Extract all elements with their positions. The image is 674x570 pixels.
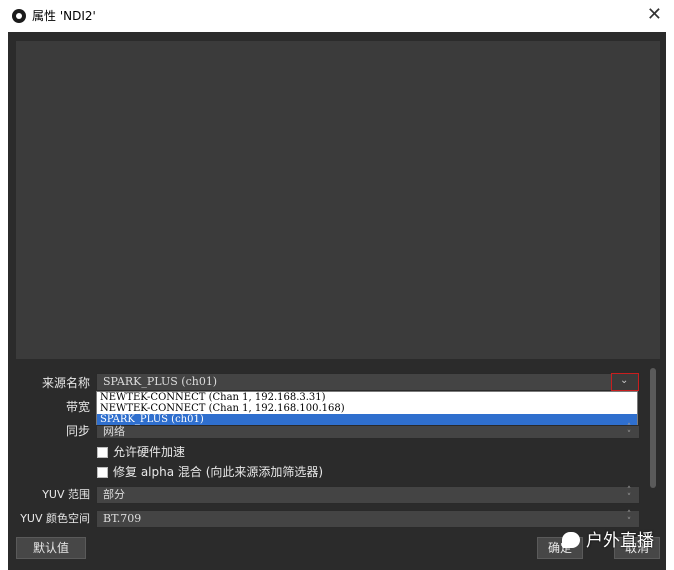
wechat-watermark: 户外直播 (562, 528, 654, 554)
watermark-text: 户外直播 (586, 531, 654, 551)
dropdown-option[interactable]: NEWTEK-CONNECT (Chan 1, 192.168.3.31) (97, 392, 637, 403)
alpha-fix-checkbox[interactable] (97, 467, 108, 478)
bandwidth-label: 带宽 (65, 400, 90, 414)
source-name-select[interactable]: SPARK_PLUS (ch01) (96, 373, 640, 391)
source-dropdown-list[interactable]: NEWTEK-CONNECT (Chan 1, 192.168.3.31) NE… (96, 391, 638, 425)
yuv-range-label: YUV 范围 (42, 488, 90, 501)
defaults-button[interactable]: 默认值 (16, 537, 86, 559)
sync-spinner-icon[interactable]: ˄ ˅ (622, 424, 636, 440)
yuv-range-spinner-icon[interactable]: ˄ ˅ (622, 487, 636, 503)
hw-accel-label: 允许硬件加速 (113, 445, 186, 459)
wechat-icon (562, 532, 580, 548)
dropdown-option[interactable]: NEWTEK-CONNECT (Chan 1, 192.168.100.168) (97, 403, 637, 414)
sync-label: 同步 (65, 424, 90, 438)
obs-app-icon (12, 9, 26, 23)
properties-scrollbar-thumb[interactable] (650, 368, 656, 488)
source-preview (16, 41, 660, 359)
source-dropdown-button[interactable]: ⌄ (611, 373, 639, 391)
source-name-label: 来源名称 (41, 376, 90, 390)
yuv-colorspace-spinner-icon[interactable]: ˄ ˅ (622, 511, 636, 527)
alpha-fix-label: 修复 alpha 混合 (向此来源添加筛选器) (113, 465, 324, 479)
yuv-colorspace-select[interactable]: BT.709 (96, 510, 640, 528)
hw-accel-checkbox[interactable] (97, 447, 108, 458)
sync-select[interactable]: 网络 (96, 425, 640, 439)
title-bar: 属性 'NDI2' ✕ (0, 0, 674, 32)
close-icon[interactable]: ✕ (647, 5, 662, 25)
yuv-range-select[interactable]: 部分 (96, 486, 640, 504)
dropdown-option-selected[interactable]: SPARK_PLUS (ch01) (97, 414, 637, 425)
chevron-down-icon: ⌄ (620, 375, 629, 386)
window-title: 属性 'NDI2' (32, 9, 96, 23)
yuv-colorspace-label: YUV 颜色空间 (20, 512, 90, 525)
